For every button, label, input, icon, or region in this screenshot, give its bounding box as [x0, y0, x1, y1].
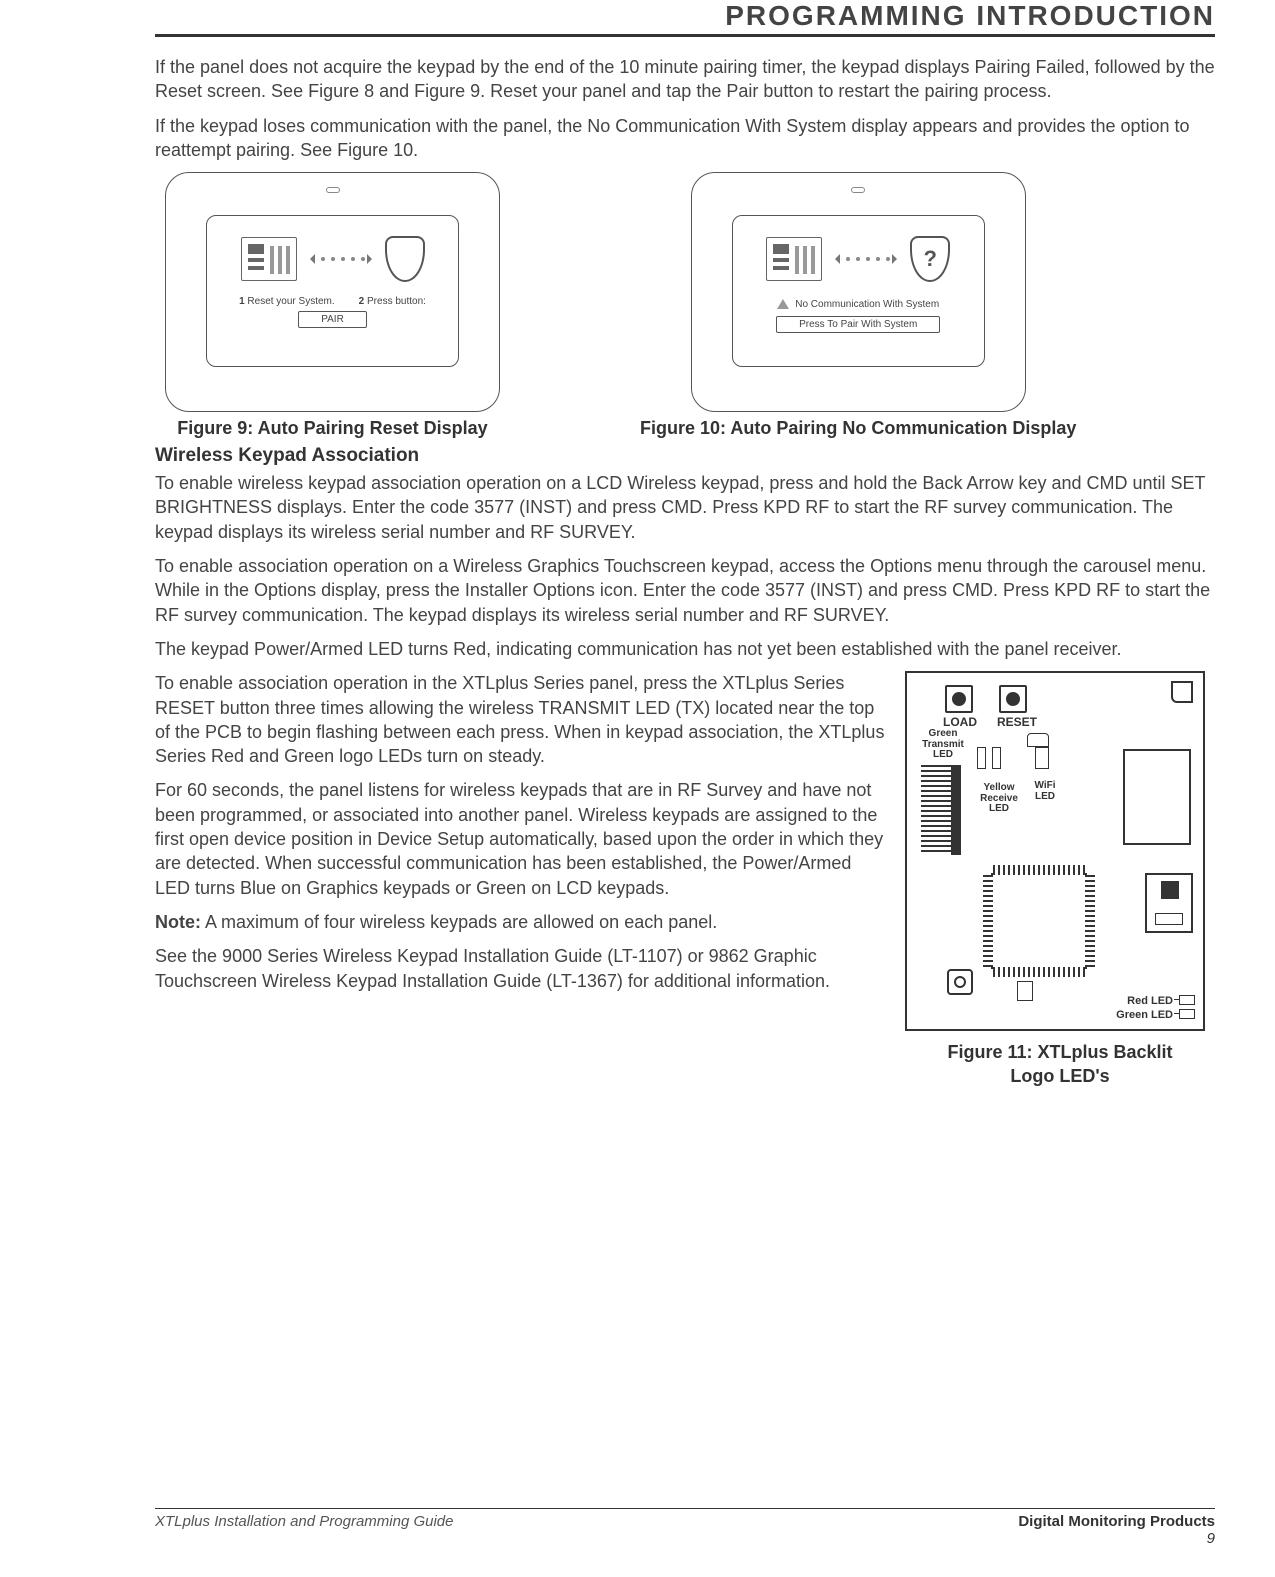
wireless-note: Note: A maximum of four wireless keypads…	[155, 910, 885, 934]
red-led-label: Red LED	[1127, 995, 1173, 1007]
small-led-icon	[1017, 981, 1033, 1001]
panel-icon	[241, 237, 297, 281]
load-label: LOAD	[943, 715, 977, 729]
figure-11-caption: Figure 11: XTLplus BacklitLogo LED's	[905, 1041, 1215, 1088]
chip-icon	[991, 873, 1087, 969]
header-title: PROGRAMMING INTRODUCTION	[725, 0, 1215, 31]
square-port-icon	[1123, 749, 1191, 845]
arrow-dots-icon	[311, 254, 371, 264]
keypad-device-fig10: ? No Communication With System Press To …	[691, 172, 1026, 412]
figure-9-caption: Figure 9: Auto Pairing Reset Display	[165, 418, 500, 439]
figure-row: 1 Reset your System. 2 Press button: PAI…	[165, 172, 1215, 439]
wireless-heading: Wireless Keypad Association	[155, 445, 1215, 467]
reset-label: RESET	[997, 715, 1037, 729]
load-button-icon	[945, 685, 973, 713]
footer-left: XTLplus Installation and Programming Gui…	[155, 1513, 454, 1547]
wireless-p5: For 60 seconds, the panel listens for wi…	[155, 778, 885, 899]
fig10-message: No Communication With System	[795, 299, 939, 310]
intro-paragraph-2: If the keypad loses communication with t…	[155, 114, 1215, 163]
figure-10: ? No Communication With System Press To …	[640, 172, 1076, 439]
arrow-dots-icon	[836, 254, 896, 264]
wifi-led-icon	[1035, 747, 1049, 769]
keypad-device-fig9: 1 Reset your System. 2 Press button: PAI…	[165, 172, 500, 412]
footer-right: Digital Monitoring Products 9	[1018, 1513, 1215, 1547]
figure-10-caption: Figure 10: Auto Pairing No Communication…	[640, 418, 1076, 439]
intro-paragraph-1: If the panel does not acquire the keypad…	[155, 55, 1215, 104]
reset-button-icon	[999, 685, 1027, 713]
wireless-p2: To enable association operation on a Wir…	[155, 554, 1215, 627]
figure-9: 1 Reset your System. 2 Press button: PAI…	[165, 172, 500, 439]
side-port-icon	[1145, 873, 1193, 933]
red-led-icon	[1179, 995, 1195, 1005]
wireless-p3: The keypad Power/Armed LED turns Red, in…	[155, 637, 1215, 661]
green-transmit-label: Green Transmit LED	[915, 729, 971, 761]
pair-button[interactable]: PAIR	[298, 311, 367, 328]
wireless-p6: See the 9000 Series Wireless Keypad Inst…	[155, 944, 885, 993]
shield-icon	[385, 236, 425, 282]
wireless-p1: To enable wireless keypad association op…	[155, 471, 1215, 544]
fig9-step1: 1 Reset your System.	[239, 296, 335, 307]
fig9-step2: 2 Press button:	[359, 296, 426, 307]
antenna-icon	[1027, 733, 1049, 747]
pcb-diagram: LOAD RESET Green Transmit LED Yellow Rec…	[905, 671, 1205, 1031]
wifi-led-label: WiFi LED	[1029, 781, 1061, 802]
wireless-p4: To enable association operation in the X…	[155, 671, 885, 768]
edge-connector-icon	[921, 765, 961, 855]
green-led-label: Green LED	[1116, 1009, 1173, 1021]
tx-rx-leds-icon	[977, 747, 1001, 769]
note-label: Note:	[155, 912, 201, 932]
yellow-receive-label: Yellow Receive LED	[977, 783, 1021, 815]
page-header: PROGRAMMING INTRODUCTION	[155, 0, 1215, 37]
green-led-icon	[1179, 1009, 1195, 1019]
page-footer: XTLplus Installation and Programming Gui…	[155, 1513, 1215, 1547]
press-to-pair-button[interactable]: Press To Pair With System	[776, 316, 940, 333]
page-number: 9	[1207, 1530, 1215, 1547]
shield-question-icon: ?	[910, 236, 950, 282]
warning-icon	[777, 293, 789, 309]
small-ic-icon	[947, 969, 973, 995]
panel-icon	[766, 237, 822, 281]
footer-rule	[155, 1508, 1215, 1509]
